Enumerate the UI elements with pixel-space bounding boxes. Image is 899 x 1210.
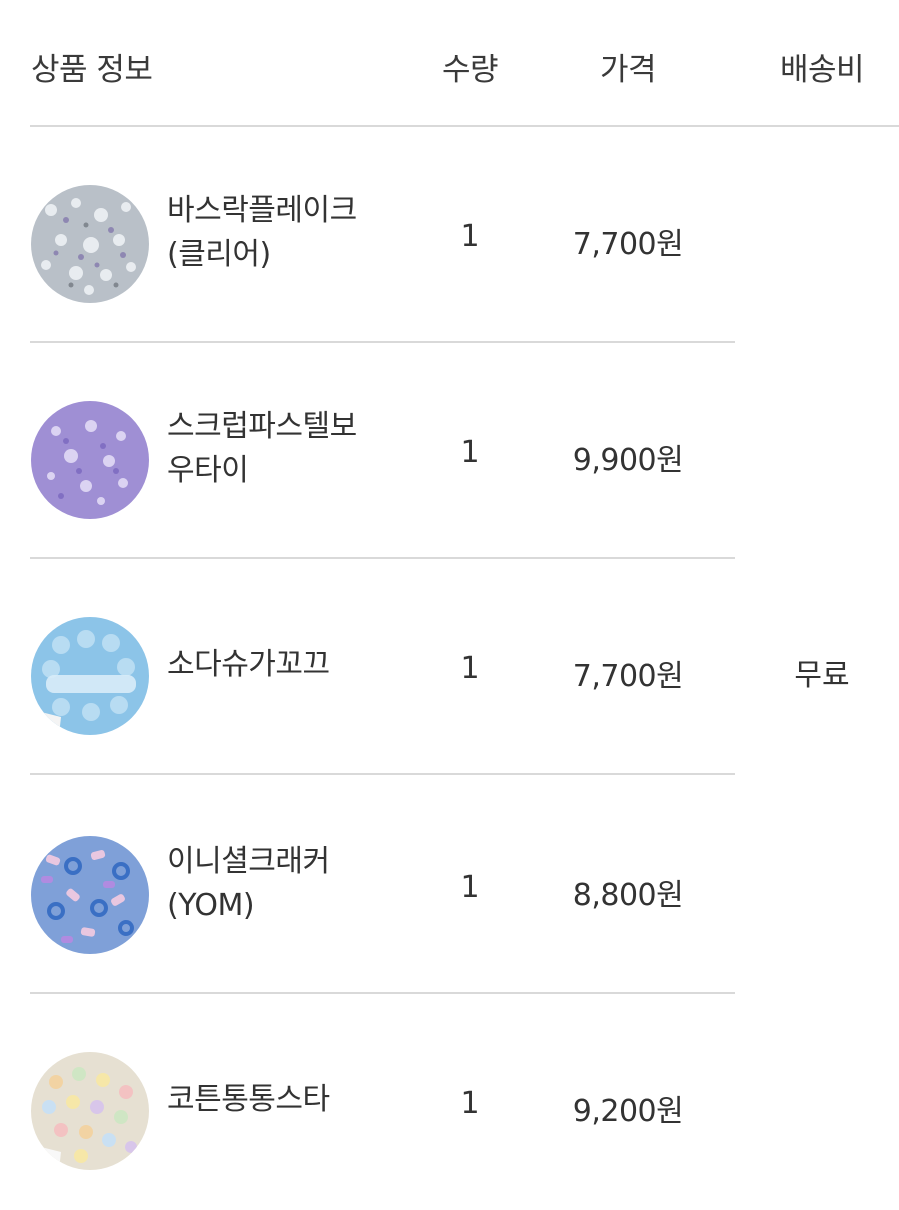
table-row[interactable]: 바스락플레이크 (클리어) 1 7,700원 xyxy=(0,127,740,343)
quantity-value: 1 xyxy=(460,1086,480,1121)
product-thumbnail[interactable] xyxy=(31,836,149,954)
product-name[interactable]: 바스락플레이크 (클리어) xyxy=(167,189,397,277)
product-thumbnail[interactable] xyxy=(31,401,149,519)
quantity-value: 1 xyxy=(460,870,480,905)
table-row[interactable]: 스크럽파스텔보 우타이 1 9,900원 xyxy=(0,343,740,559)
shipping-fee: 무료 xyxy=(794,658,850,693)
price-value: 8,800원 xyxy=(572,878,684,913)
product-name-line1: 코튼통통스타 xyxy=(167,1082,330,1117)
table-row[interactable]: 이니셜크래커 (YOM) 1 8,800원 xyxy=(0,778,740,994)
price-value: 7,700원 xyxy=(572,227,684,262)
product-name-line2: (YOM) xyxy=(167,888,255,923)
product-name-line1: 스크럽파스텔보 xyxy=(167,409,357,444)
product-name-line2: 우타이 xyxy=(167,453,249,488)
price-value: 9,200원 xyxy=(572,1094,684,1129)
price-value: 9,900원 xyxy=(572,443,684,478)
quantity-value: 1 xyxy=(460,651,480,686)
table-row[interactable]: 코튼통통스타 1 9,200원 xyxy=(0,994,740,1210)
product-thumbnail[interactable] xyxy=(31,617,149,735)
row-divider xyxy=(30,773,735,775)
product-name[interactable]: 소다슈가꼬끄 xyxy=(167,643,397,687)
product-name[interactable]: 코튼통통스타 xyxy=(167,1078,397,1122)
header-quantity: 수량 xyxy=(441,52,499,88)
price-value: 7,700원 xyxy=(572,659,684,694)
product-name-line2: (클리어) xyxy=(167,237,271,272)
product-name[interactable]: 스크럽파스텔보 우타이 xyxy=(167,405,397,493)
quantity-value: 1 xyxy=(460,219,480,254)
product-name-line1: 소다슈가꼬끄 xyxy=(167,647,330,682)
product-thumbnail[interactable] xyxy=(31,1052,149,1170)
header-shipping: 배송비 xyxy=(779,52,865,88)
product-name-line1: 바스락플레이크 xyxy=(167,193,357,228)
header-price: 가격 xyxy=(599,52,657,88)
product-thumbnail[interactable] xyxy=(31,185,149,303)
product-name[interactable]: 이니셜크래커 (YOM) xyxy=(167,840,397,928)
table-row[interactable]: 소다슈가꼬끄 1 7,700원 xyxy=(0,559,740,775)
header-product-info: 상품 정보 xyxy=(31,52,153,88)
product-name-line1: 이니셜크래커 xyxy=(167,844,330,879)
quantity-value: 1 xyxy=(460,435,480,470)
table-header: 상품 정보 수량 가격 배송비 xyxy=(0,0,899,127)
